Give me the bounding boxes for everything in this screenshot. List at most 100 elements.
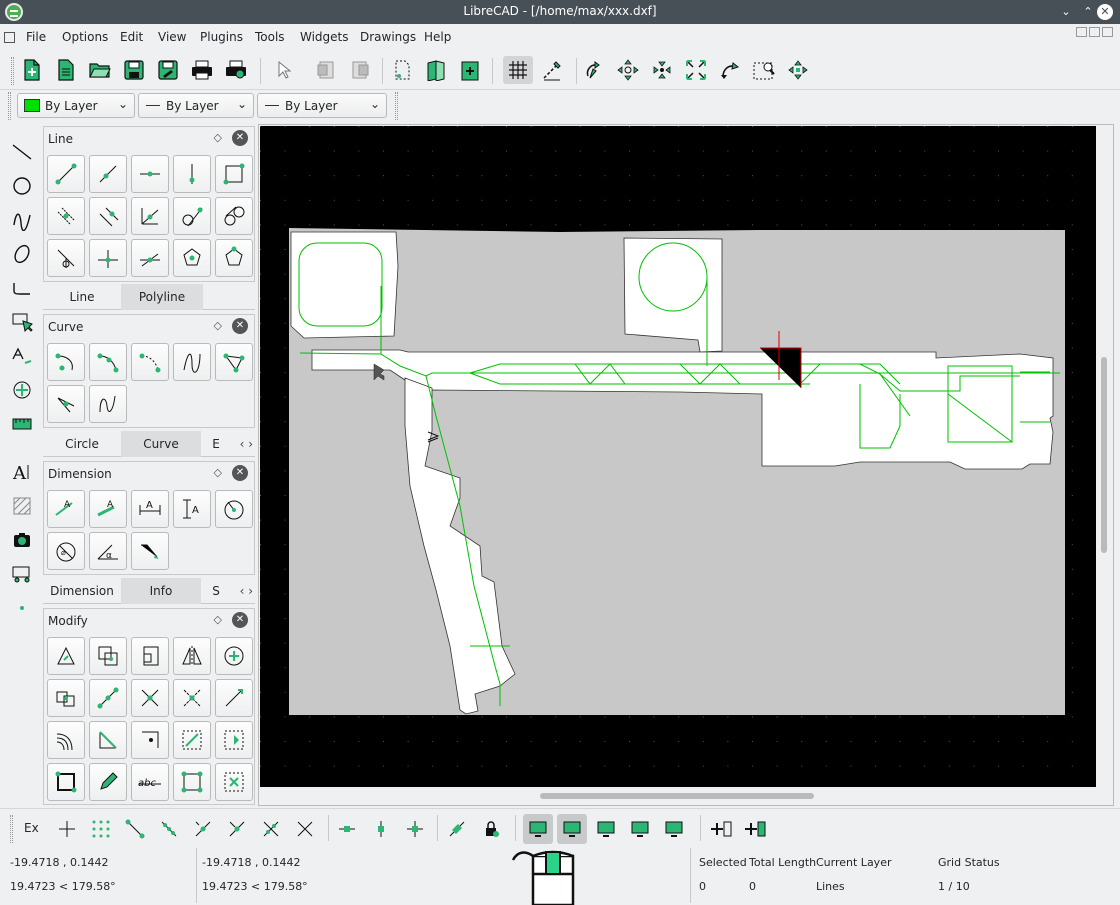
draft-mode-button[interactable] <box>537 56 567 84</box>
modify-rotate-tool[interactable] <box>89 637 127 675</box>
horizontal-scrollbar[interactable] <box>540 793 814 799</box>
float-panel-icon[interactable]: ◇ <box>214 131 222 144</box>
close-panel-icon[interactable]: ✕ <box>232 130 248 146</box>
menu-plugins[interactable]: Plugins <box>200 30 243 44</box>
line-angle-tool[interactable] <box>89 155 127 193</box>
exclusive-snap-toggle[interactable]: Ex <box>24 821 39 835</box>
zoom-previous-button[interactable] <box>715 56 745 84</box>
point-button[interactable] <box>8 594 36 622</box>
toolbar-handle[interactable] <box>11 57 14 85</box>
print-preview-button[interactable] <box>221 56 251 84</box>
restrict-orthogonal-button[interactable] <box>400 814 430 844</box>
line-parallel-tool[interactable] <box>89 197 127 235</box>
new-from-template-button[interactable] <box>51 56 81 84</box>
zoom-pan-button[interactable] <box>783 56 813 84</box>
line-orthogonal-tool[interactable] <box>47 239 85 277</box>
dim-aligned-tool[interactable]: A <box>47 490 85 528</box>
modify-stretch-tool[interactable] <box>89 679 127 717</box>
mdi-close-icon[interactable] <box>1102 27 1113 37</box>
modify-delete-freehand-tool[interactable] <box>215 763 253 801</box>
line-2points-tool[interactable] <box>47 155 85 193</box>
polylines-category-button[interactable] <box>8 274 36 302</box>
snap-center-button[interactable] <box>188 814 218 844</box>
polygon-corner-tool[interactable] <box>215 239 253 277</box>
ellipses-category-button[interactable] <box>8 240 36 268</box>
modify-move-rotate-tool[interactable] <box>215 637 253 675</box>
zoom-window-button[interactable] <box>749 56 779 84</box>
close-panel-icon[interactable]: ✕ <box>232 612 248 628</box>
line-tangent-tool[interactable] <box>173 197 211 235</box>
close-panel-icon[interactable]: ✕ <box>232 465 248 481</box>
tab-dimension[interactable]: Dimension <box>43 578 121 604</box>
modify-attributes-tool[interactable] <box>89 763 127 801</box>
modify-move-tool[interactable] <box>47 637 85 675</box>
pen-toolbar-handle[interactable] <box>8 92 11 120</box>
redo-button[interactable] <box>345 56 375 84</box>
mdi-restore-icon[interactable] <box>1089 27 1100 37</box>
modify-lengthen-tool[interactable] <box>215 679 253 717</box>
spline-points-tool[interactable] <box>215 343 253 381</box>
line-relative-angle-tool[interactable] <box>131 239 169 277</box>
add-variable-green-button[interactable] <box>741 814 771 844</box>
zoom-in-button[interactable] <box>613 56 643 84</box>
zoom-out-button[interactable] <box>647 56 677 84</box>
snap-endpoints-button[interactable] <box>120 814 150 844</box>
tab-info[interactable]: Info <box>121 578 201 604</box>
tab-line[interactable]: Line <box>43 284 121 310</box>
cut-button[interactable] <box>387 56 417 84</box>
minimize-button[interactable]: ⌄ <box>1058 4 1074 20</box>
image-button[interactable] <box>8 526 36 554</box>
info-category-button[interactable] <box>8 410 36 438</box>
modify-divide-tool[interactable] <box>173 721 211 759</box>
restrict-vertical-button[interactable] <box>366 814 396 844</box>
open-file-button[interactable] <box>85 56 115 84</box>
line-rectangle-tool[interactable] <box>215 155 253 193</box>
menu-drawings[interactable]: Drawings <box>360 30 416 44</box>
modify-explode-tool[interactable] <box>215 721 253 759</box>
modify-rotate2-tool[interactable] <box>47 679 85 717</box>
dim-leader-tool[interactable] <box>131 532 169 570</box>
curves-category-button[interactable] <box>8 206 36 234</box>
snap-on-entity-button[interactable] <box>154 814 184 844</box>
modify-trim2-tool[interactable] <box>173 679 211 717</box>
close-window-button[interactable]: ✕ <box>1097 4 1113 20</box>
polygon-center-tool[interactable] <box>173 239 211 277</box>
maximize-button[interactable]: ⌃ <box>1080 4 1096 20</box>
text-button[interactable]: A <box>8 458 36 486</box>
view-mode-2-button[interactable] <box>557 814 587 844</box>
dim-horizontal-tool[interactable]: A <box>131 490 169 528</box>
hatch-button[interactable] <box>8 492 36 520</box>
arc-center-tool[interactable] <box>47 343 85 381</box>
lines-category-button[interactable] <box>8 138 36 166</box>
line-horizontal-tool[interactable] <box>131 155 169 193</box>
tab-scroll-arrows-icon[interactable]: ‹ › <box>240 578 253 604</box>
view-mode-1-button[interactable] <box>523 814 553 844</box>
save-button[interactable] <box>119 56 149 84</box>
zoom-auto-button[interactable] <box>681 56 711 84</box>
view-mode-4-button[interactable] <box>625 814 655 844</box>
snap-toolbar-handle[interactable] <box>10 815 13 843</box>
tab-ellipse[interactable]: E <box>201 431 231 457</box>
tab-scroll-arrows-icon[interactable]: ‹ › <box>240 431 253 457</box>
pen-color-select[interactable]: By Layer ⌄ <box>17 93 135 118</box>
redraw-button[interactable] <box>579 56 609 84</box>
tab-curve[interactable]: Curve <box>121 431 201 457</box>
menu-options[interactable]: Options <box>62 30 108 44</box>
tab-select[interactable]: S <box>201 578 231 604</box>
pen-width-select[interactable]: By Layer ⌄ <box>138 93 254 118</box>
block-button[interactable] <box>8 560 36 588</box>
lock-relative-zero-button[interactable] <box>476 814 506 844</box>
snap-distance-button[interactable] <box>256 814 286 844</box>
modify-offset-tool[interactable] <box>47 721 85 759</box>
dim-diametric-tool[interactable]: ⌀ <box>47 532 85 570</box>
line-vertical-tool[interactable] <box>173 155 211 193</box>
menu-file[interactable]: File <box>26 30 46 44</box>
toolbar-handle[interactable] <box>395 92 398 120</box>
modify-properties-tool[interactable] <box>47 763 85 801</box>
drawing-canvas[interactable] <box>260 126 1096 787</box>
arc-tangential-tool[interactable] <box>131 343 169 381</box>
modify-round-tool[interactable] <box>131 721 169 759</box>
pen-linetype-select[interactable]: By Layer ⌄ <box>257 93 387 118</box>
modify-scale-tool[interactable] <box>131 637 169 675</box>
print-button[interactable] <box>187 56 217 84</box>
